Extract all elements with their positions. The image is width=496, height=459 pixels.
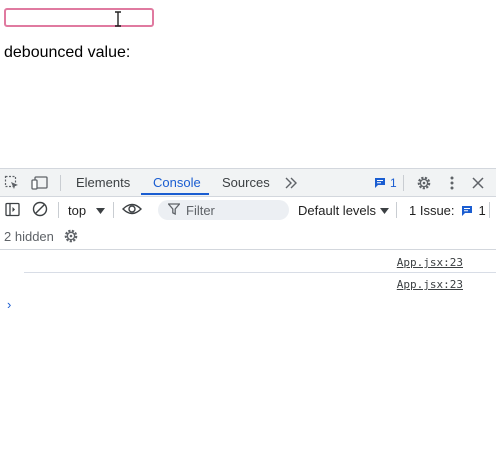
console-message: App.jsx:23 xyxy=(24,275,496,295)
toolbar-divider xyxy=(58,202,59,218)
source-link[interactable]: App.jsx:23 xyxy=(397,256,463,269)
caret-down-icon xyxy=(96,207,106,214)
message-divider xyxy=(24,272,496,273)
message-icon xyxy=(375,178,385,188)
context-selector[interactable]: top xyxy=(68,203,106,218)
filter-placeholder: Filter xyxy=(186,203,215,218)
active-tab-indicator xyxy=(141,193,209,195)
tab-sources[interactable]: Sources xyxy=(222,175,270,190)
inspect-element-icon[interactable] xyxy=(3,174,21,192)
source-link[interactable]: App.jsx:23 xyxy=(397,278,463,291)
text-cursor-icon xyxy=(115,11,121,27)
clear-console-icon[interactable] xyxy=(31,200,49,218)
device-toolbar-icon[interactable] xyxy=(31,174,49,192)
filter-icon xyxy=(168,203,180,215)
console-toolbar: top Filter Default levels 1 Issue: 1 xyxy=(0,197,496,223)
context-selector-label: top xyxy=(68,203,87,218)
message-icon xyxy=(461,205,472,216)
more-vertical-icon[interactable] xyxy=(443,174,461,192)
text-input[interactable] xyxy=(4,8,154,27)
console-toolbar-row2: 2 hidden xyxy=(0,223,496,250)
toolbar-divider xyxy=(60,175,61,191)
issues-badge-count: 1 xyxy=(390,176,397,190)
issues-button[interactable]: 1 Issue: 1 xyxy=(409,203,486,218)
console-prompt[interactable]: › xyxy=(7,297,11,312)
close-icon[interactable] xyxy=(469,174,487,192)
issues-badge[interactable]: 1 xyxy=(374,176,397,190)
hidden-messages-count: 2 hidden xyxy=(4,229,54,244)
toolbar-divider xyxy=(489,202,490,218)
gear-icon[interactable] xyxy=(415,174,433,192)
issues-label: 1 Issue: xyxy=(409,203,455,218)
tab-console[interactable]: Console xyxy=(153,175,201,190)
debounced-value-line: debounced value: xyxy=(4,44,130,62)
toolbar-divider xyxy=(403,175,404,191)
page: debounced value: Elements Console Source… xyxy=(0,0,496,459)
filter-input[interactable]: Filter xyxy=(158,200,289,220)
toolbar-divider xyxy=(396,202,397,218)
issues-count: 1 xyxy=(478,203,486,218)
toolbar-divider xyxy=(113,202,114,218)
devtools-tabbar: Elements Console Sources 1 xyxy=(0,169,496,197)
debounced-label: debounced value: xyxy=(4,44,131,61)
devtools-panel: Elements Console Sources 1 top Filter De… xyxy=(0,168,496,459)
console-message: App.jsx:23 xyxy=(24,253,496,273)
caret-down-icon xyxy=(380,207,390,214)
sidebar-toggle-icon[interactable] xyxy=(3,200,21,218)
chevron-double-right-icon[interactable] xyxy=(282,174,300,192)
tab-elements[interactable]: Elements xyxy=(76,175,130,190)
console-settings-gear-icon[interactable] xyxy=(62,227,80,245)
log-levels-label: Default levels xyxy=(298,203,377,218)
eye-icon[interactable] xyxy=(121,200,143,218)
log-levels-dropdown[interactable]: Default levels xyxy=(298,203,390,218)
